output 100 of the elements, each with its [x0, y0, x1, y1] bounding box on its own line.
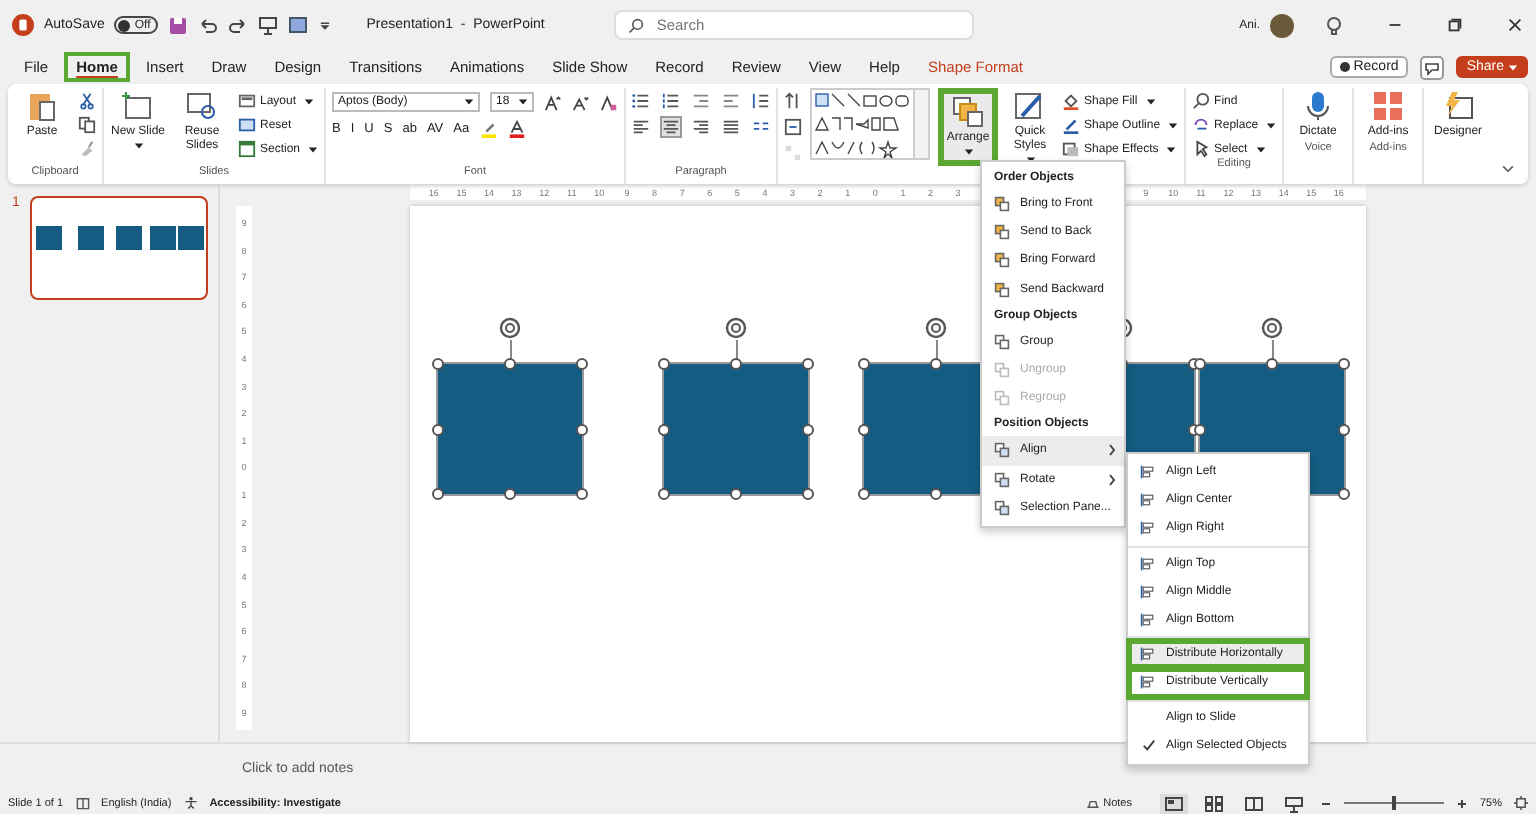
reset-icon [238, 116, 256, 134]
alignment-icon [1140, 674, 1156, 691]
restore-icon[interactable] [1446, 16, 1464, 34]
caret-icon [464, 98, 475, 106]
shapes-gallery[interactable] [810, 88, 931, 160]
clear-format-icon[interactable] [600, 93, 619, 111]
shrink-font-icon[interactable] [572, 93, 591, 111]
caret-icon [518, 98, 529, 106]
slide-icon[interactable] [288, 15, 309, 35]
presenter-icon[interactable] [258, 15, 279, 35]
layout-icon [238, 92, 256, 110]
resize-handle[interactable] [576, 488, 588, 500]
slides-magnifier-icon [186, 90, 218, 122]
scissors-icon[interactable] [78, 92, 96, 110]
accessibility-icon[interactable] [183, 796, 198, 810]
view-icon[interactable] [1159, 793, 1188, 813]
alignment-icon [1140, 464, 1156, 481]
arrange-icon [952, 96, 985, 128]
alignment-icon [1140, 612, 1156, 629]
resize-handle[interactable] [858, 358, 870, 370]
resize-handle[interactable] [930, 358, 942, 370]
align-text-icon[interactable] [632, 118, 651, 136]
alignment-icon [1140, 646, 1156, 663]
view-icon[interactable] [1239, 793, 1268, 813]
line-spacing-icon[interactable] [752, 92, 771, 110]
resize-handle[interactable] [504, 358, 516, 370]
avatar-icon[interactable] [1270, 13, 1294, 37]
caret-icon [304, 97, 315, 105]
grid-icon [1372, 90, 1405, 122]
resize-handle[interactable] [576, 358, 588, 370]
pen-icon [1062, 116, 1081, 134]
resize-handle[interactable] [802, 358, 814, 370]
collapse-ribbon-icon[interactable] [1500, 160, 1516, 176]
caret-icon [1255, 145, 1266, 153]
align-text-icon[interactable] [662, 118, 681, 136]
zoom-slider-thumb[interactable] [1391, 796, 1396, 810]
paint-bucket-icon [1062, 92, 1081, 110]
rotate-handle-icon[interactable] [1260, 316, 1284, 340]
alignment-icon [1140, 492, 1156, 509]
align-text-icon[interactable] [692, 118, 711, 136]
alignment-icon [1140, 520, 1156, 537]
font-color-icon[interactable] [507, 120, 526, 138]
designer-icon [1442, 90, 1475, 122]
grow-font-icon[interactable] [544, 93, 563, 111]
view-icon[interactable] [1199, 793, 1228, 813]
columns-icon[interactable] [752, 118, 771, 136]
numbering-icon[interactable] [662, 92, 681, 110]
caret-icon [308, 145, 319, 153]
slide-thumbnail[interactable] [29, 196, 208, 300]
redo-icon[interactable] [228, 15, 249, 35]
shape-effects-icon [1062, 140, 1081, 158]
slide-plus-icon [122, 90, 154, 122]
close-icon[interactable] [1506, 16, 1524, 34]
book-icon[interactable] [75, 796, 90, 810]
resize-handle[interactable] [1266, 358, 1278, 370]
caret-icon [1266, 121, 1277, 129]
rotate-handle-icon[interactable] [724, 316, 748, 340]
brush-icon [1014, 90, 1047, 122]
bullets-icon[interactable] [632, 92, 651, 110]
alignment-icon [1140, 555, 1156, 572]
resize-handle[interactable] [802, 488, 814, 500]
view-icon[interactable] [1279, 793, 1308, 813]
zoom-out-icon[interactable] [1319, 797, 1332, 809]
resize-handle[interactable] [432, 488, 444, 500]
resize-handle[interactable] [858, 488, 870, 500]
resize-handle[interactable] [1338, 358, 1350, 370]
caret-icon [963, 148, 974, 157]
save-icon[interactable] [168, 15, 189, 35]
align-text-icon[interactable] [722, 118, 741, 136]
resize-handle[interactable] [730, 358, 742, 370]
alignment-icon [1140, 583, 1156, 600]
rotate-handle-icon[interactable] [498, 316, 522, 340]
chevron-right-icon [1108, 473, 1116, 486]
caret-icon [133, 142, 143, 151]
resize-handle[interactable] [1338, 488, 1350, 500]
fit-to-window-icon[interactable] [1514, 796, 1528, 810]
rotate-handle-icon[interactable] [924, 316, 948, 340]
resize-handle[interactable] [432, 358, 444, 370]
text-direction-icon[interactable] [784, 92, 803, 110]
brush-icon[interactable] [78, 140, 96, 158]
caret-icon [1145, 97, 1156, 105]
align-text-vertical-icon[interactable] [784, 118, 803, 136]
zoom-in-icon[interactable] [1455, 797, 1468, 809]
caret-icon [1166, 145, 1177, 153]
notes-icon [1085, 796, 1100, 810]
indent-icon[interactable] [692, 92, 711, 110]
resize-handle[interactable] [658, 358, 670, 370]
chevron-right-icon [1108, 444, 1116, 457]
resize-handle[interactable] [658, 488, 670, 500]
indent-icon[interactable] [722, 92, 741, 110]
lightbulb-icon[interactable] [1324, 15, 1344, 35]
caret-icon [1508, 63, 1518, 71]
comment-icon[interactable] [1420, 55, 1445, 79]
search-icon [1192, 92, 1211, 110]
search-icon [628, 17, 645, 33]
copy-icon[interactable] [78, 116, 96, 134]
highlighter-icon[interactable] [479, 120, 498, 138]
microphone-icon [1302, 90, 1335, 122]
clipboard-icon [26, 90, 58, 122]
undo-icon[interactable] [198, 15, 219, 35]
